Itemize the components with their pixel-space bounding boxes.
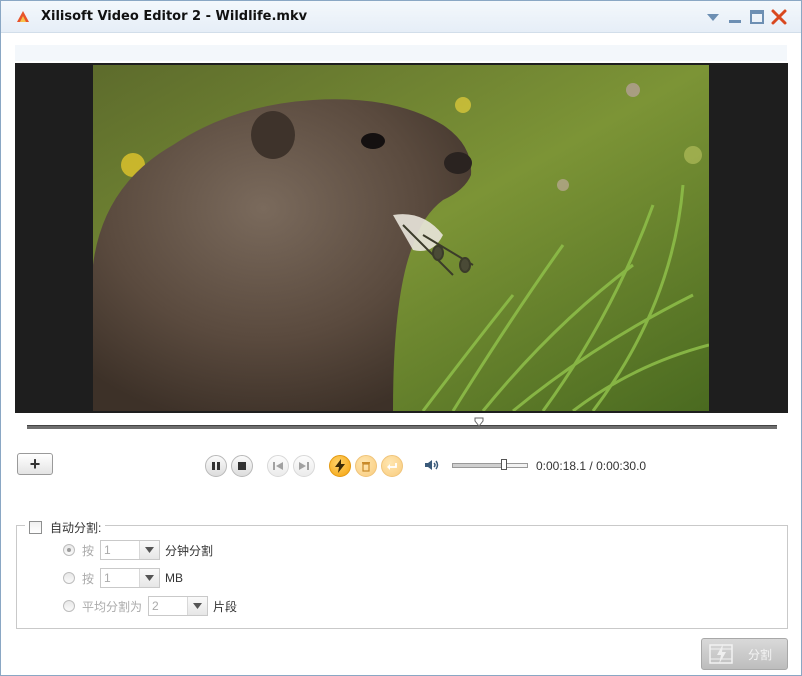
pause-icon [212, 462, 220, 470]
prev-frame-button[interactable] [267, 455, 289, 477]
chevron-down-icon[interactable] [139, 569, 160, 587]
video-editor-window: Xilisoft Video Editor 2 - Wildlife.mkv +… [0, 0, 802, 676]
split-evenly-row: 平均分割为 2 片段 [63, 596, 237, 616]
volume-slider[interactable] [452, 463, 528, 468]
chevron-down-icon[interactable] [139, 541, 160, 559]
title-bar: Xilisoft Video Editor 2 - Wildlife.mkv [1, 1, 801, 33]
split-by-minutes-row: 按 1 分钟分割 [63, 540, 213, 560]
pause-button[interactable] [205, 455, 227, 477]
minimize-icon[interactable] [726, 8, 744, 26]
delete-marker-button[interactable] [355, 455, 377, 477]
time-separator: / [586, 459, 597, 473]
split-by-minutes-radio[interactable] [63, 544, 75, 556]
minutes-select[interactable]: 1 [100, 540, 161, 560]
segments-value: 2 [152, 599, 159, 613]
prev-frame-icon [273, 462, 283, 470]
split-film-icon [709, 644, 733, 664]
size-select[interactable]: 1 [100, 568, 161, 588]
undo-icon [387, 463, 397, 470]
split-by-minutes-suffix: 分钟分割 [165, 543, 214, 558]
split-by-size-radio[interactable] [63, 572, 75, 584]
add-split-marker-button[interactable] [329, 455, 351, 477]
split-evenly-prefix: 平均分割为 [82, 599, 143, 614]
minutes-value: 1 [104, 543, 111, 557]
close-icon[interactable] [770, 8, 788, 26]
split-evenly-radio[interactable] [63, 600, 75, 612]
add-label: + [29, 454, 41, 474]
chevron-down-icon[interactable] [187, 597, 208, 615]
video-preview[interactable] [15, 63, 788, 413]
timeline-track[interactable] [27, 425, 777, 429]
stop-icon [238, 462, 246, 470]
split-by-minutes-prefix: 按 [82, 543, 95, 558]
split-button[interactable]: 分割 [701, 638, 788, 670]
time-display: 0:00:18.1 / 0:00:30.0 [536, 459, 646, 473]
add-segment-button[interactable]: + [17, 453, 53, 475]
playhead-handle[interactable] [474, 417, 484, 427]
size-value: 1 [104, 571, 111, 585]
volume-knob[interactable] [501, 459, 507, 470]
segments-select[interactable]: 2 [148, 596, 209, 616]
split-by-size-row: 按 1 MB [63, 568, 183, 588]
next-frame-button[interactable] [293, 455, 315, 477]
auto-split-checkbox[interactable] [29, 521, 42, 534]
split-by-size-suffix: MB [165, 571, 184, 585]
auto-split-label: 自动分割: [50, 521, 102, 535]
top-strip [15, 45, 787, 61]
video-frame [93, 65, 709, 411]
maximize-icon[interactable] [748, 8, 766, 26]
split-button-label: 分割 [748, 647, 773, 662]
next-frame-icon [299, 462, 309, 470]
current-time: 0:00:18.1 [536, 459, 587, 473]
lightning-icon [335, 459, 345, 473]
window-title: Xilisoft Video Editor 2 - Wildlife.mkv [41, 9, 308, 24]
volume-icon[interactable] [424, 458, 440, 472]
volume-fill [453, 464, 503, 467]
stop-button[interactable] [231, 455, 253, 477]
split-by-size-prefix: 按 [82, 571, 95, 586]
dropdown-menu-icon[interactable] [704, 8, 722, 26]
auto-split-legend: 自动分割: [25, 519, 106, 536]
trash-icon [362, 462, 370, 472]
app-logo-icon [17, 11, 29, 22]
split-evenly-suffix: 片段 [213, 599, 238, 614]
total-time: 0:00:30.0 [596, 459, 647, 473]
undo-button[interactable] [381, 455, 403, 477]
